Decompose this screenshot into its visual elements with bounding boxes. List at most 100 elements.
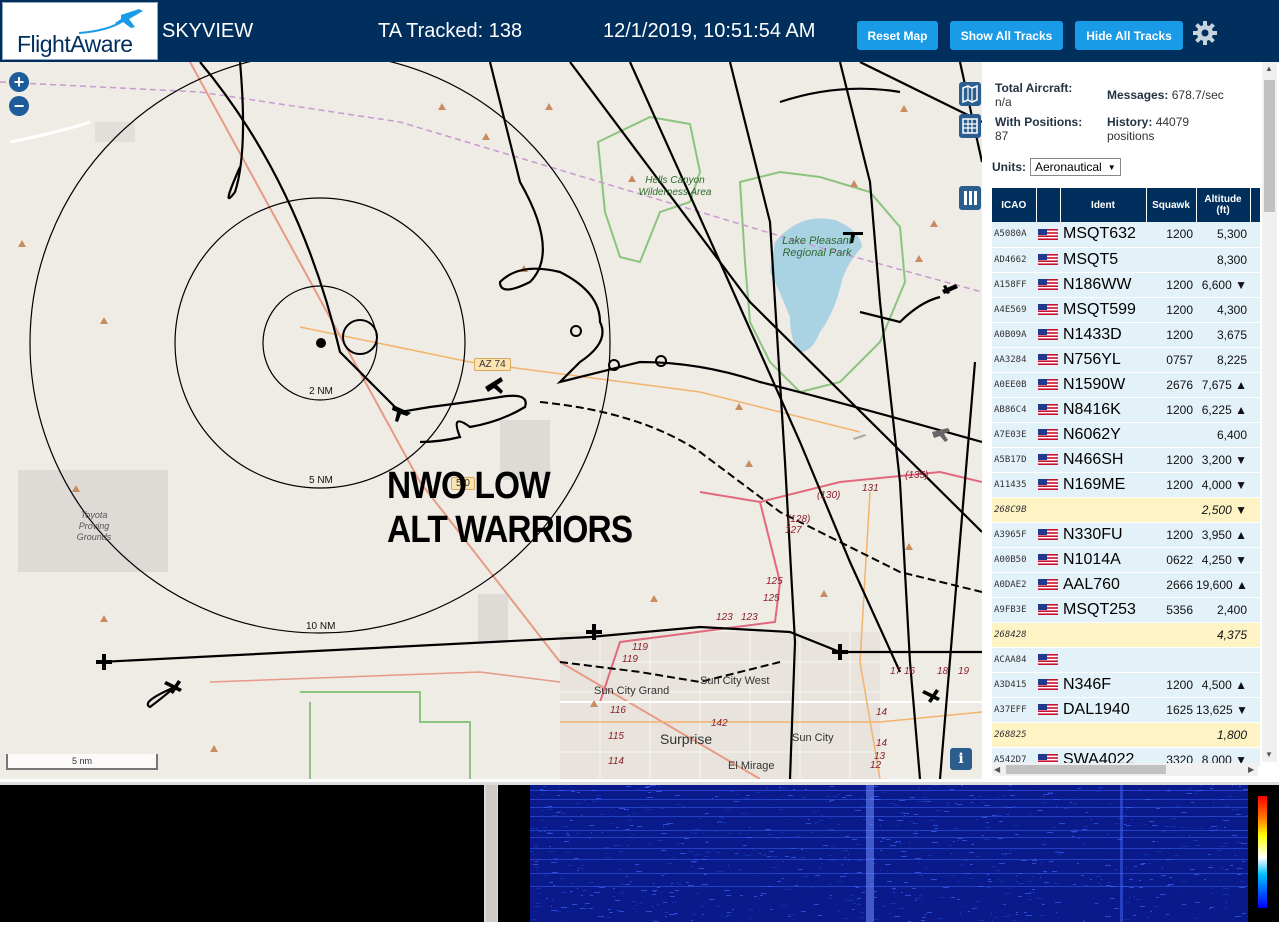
reset-map-button[interactable]: Reset Map bbox=[857, 21, 938, 50]
aircraft-row[interactable]: A0DAE2 AAL760 2666 19,600 ▲ bbox=[992, 572, 1260, 598]
ident-cell: N6062Y bbox=[1060, 422, 1146, 448]
icao-cell: A5080A bbox=[992, 222, 1036, 248]
scroll-right-icon[interactable]: ▶ bbox=[1248, 765, 1254, 774]
flag-cell bbox=[1036, 322, 1060, 348]
column-header-altitude[interactable]: Altitude (ft) bbox=[1196, 188, 1251, 222]
aircraft-row[interactable]: A4E569 MSQT599 1200 4,300 bbox=[992, 297, 1260, 323]
flag-cell bbox=[1036, 547, 1060, 573]
column-header-squawk[interactable]: Squawk bbox=[1146, 188, 1197, 222]
range-grid-button[interactable] bbox=[959, 114, 981, 138]
site-name: SKYVIEW bbox=[162, 20, 254, 42]
squawk-cell: 2676 bbox=[1146, 372, 1196, 398]
aircraft-row[interactable]: A5B17D N466SH 1200 3,200 ▼ bbox=[992, 447, 1260, 473]
messages-label: Messages: bbox=[1107, 88, 1169, 102]
waterfall-margin bbox=[498, 785, 530, 922]
aircraft-row[interactable]: A00B50 N1014A 0622 4,250 ▼ bbox=[992, 547, 1260, 573]
ident-cell: DAL1940 bbox=[1060, 697, 1146, 723]
ident-cell bbox=[1060, 722, 1146, 748]
aircraft-row[interactable]: A11435 N169ME 1200 4,000 ▼ bbox=[992, 472, 1260, 498]
altitude-cell: 6,225 ▲ bbox=[1196, 397, 1250, 423]
map-info-button[interactable]: i bbox=[950, 748, 972, 770]
road-number: 17 bbox=[890, 666, 902, 677]
flightaware-logo[interactable]: FlightAware bbox=[2, 2, 158, 60]
more-cell bbox=[1250, 697, 1260, 723]
overlay-caption-line1: NWO LOW bbox=[387, 465, 551, 507]
map-canvas bbox=[0, 62, 982, 779]
vertical-scroll-thumb[interactable] bbox=[1264, 80, 1275, 212]
units-select[interactable]: Aeronautical ▼ bbox=[1030, 158, 1121, 176]
aircraft-row[interactable]: AA3284 N756YL 0757 8,225 bbox=[992, 347, 1260, 373]
ident-cell: N330FU bbox=[1060, 522, 1146, 548]
hide-all-tracks-button[interactable]: Hide All Tracks bbox=[1075, 21, 1183, 50]
icao-cell: A0B09A bbox=[992, 322, 1036, 348]
pane-divider[interactable] bbox=[486, 785, 497, 922]
road-number: 119 bbox=[622, 654, 638, 665]
aircraft-row[interactable]: A3D415 N346F 1200 4,500 ▲ bbox=[992, 672, 1260, 698]
aircraft-row[interactable]: A9FB3E MSQT253 5356 2,400 bbox=[992, 597, 1260, 623]
icao-cell: A3965F bbox=[992, 522, 1036, 548]
spectrum-panel bbox=[0, 782, 1279, 922]
squawk-cell: 1200 bbox=[1146, 397, 1196, 423]
aircraft-row[interactable]: A37EFF DAL1940 1625 13,625 ▼ bbox=[992, 697, 1260, 723]
units-label: Units: bbox=[992, 160, 1026, 174]
scroll-up-icon[interactable]: ▲ bbox=[1265, 64, 1273, 73]
ident-cell: N169ME bbox=[1060, 472, 1146, 498]
aircraft-row[interactable]: A7E03E N6062Y 6,400 bbox=[992, 422, 1260, 448]
map-layers-button[interactable] bbox=[959, 82, 981, 106]
column-header-ident[interactable]: Ident bbox=[1060, 188, 1147, 222]
ring-label-2nm: 2 NM bbox=[309, 386, 333, 397]
altitude-cell: 4,000 ▼ bbox=[1196, 472, 1250, 498]
ring-label-10nm: 10 NM bbox=[306, 621, 336, 632]
more-cell bbox=[1250, 447, 1260, 473]
aircraft-row[interactable]: A5080A MSQT632 1200 5,300 bbox=[992, 222, 1260, 248]
history-value: 44079 bbox=[1155, 115, 1190, 129]
more-cell bbox=[1250, 597, 1260, 623]
horizontal-scroll-thumb[interactable] bbox=[1006, 765, 1166, 774]
highway-shield: AZ 74 bbox=[474, 358, 511, 371]
scroll-down-icon[interactable]: ▼ bbox=[1265, 750, 1273, 759]
altitude-cell: 19,600 ▲ bbox=[1196, 572, 1250, 598]
spectrum-left-pane bbox=[0, 785, 484, 922]
sidebar-vertical-scrollbar[interactable]: ▲ ▼ bbox=[1262, 62, 1277, 762]
road-number: 115 bbox=[608, 731, 624, 742]
icao-cell: AD4662 bbox=[992, 247, 1036, 273]
zoom-in-button[interactable]: + bbox=[9, 72, 29, 92]
column-header-more[interactable] bbox=[1250, 188, 1260, 222]
aircraft-row[interactable]: A158FF N186WW 1200 6,600 ▼ bbox=[992, 272, 1260, 298]
zoom-out-button[interactable]: − bbox=[9, 96, 29, 116]
map-view[interactable]: + − i 2 NM 5 NM 10 NM AZ 74 5 0 Hells Ca… bbox=[0, 62, 982, 779]
road-number: (130) bbox=[817, 490, 841, 501]
place-label-sun-city-grand: Sun City Grand bbox=[594, 685, 670, 697]
toggle-sidebar-button[interactable] bbox=[959, 186, 981, 210]
road-number: 123 bbox=[716, 612, 733, 623]
with-positions-stat: With Positions: 87 bbox=[995, 115, 1082, 143]
aircraft-row[interactable]: 268C9B 2,500 ▼ bbox=[992, 497, 1260, 523]
aircraft-row[interactable]: A0EE0B N1590W 2676 7,675 ▲ bbox=[992, 372, 1260, 398]
altitude-cell: 1,800 bbox=[1196, 722, 1250, 748]
squawk-cell: 1200 bbox=[1146, 447, 1196, 473]
icao-cell: ACAA84 bbox=[992, 647, 1036, 673]
aircraft-row[interactable]: 268428 4,375 bbox=[992, 622, 1260, 648]
us-flag-icon bbox=[1038, 453, 1058, 465]
aircraft-row[interactable]: ACAA84 bbox=[992, 647, 1260, 673]
aircraft-row[interactable]: AD4662 MSQT5 8,300 bbox=[992, 247, 1260, 273]
road-number: 116 bbox=[610, 705, 626, 716]
show-all-tracks-button[interactable]: Show All Tracks bbox=[950, 21, 1063, 50]
aircraft-row[interactable]: AB86C4 N8416K 1200 6,225 ▲ bbox=[992, 397, 1260, 423]
flag-cell bbox=[1036, 622, 1060, 648]
gear-icon[interactable] bbox=[1192, 20, 1218, 46]
column-header-flag[interactable] bbox=[1036, 188, 1061, 222]
aircraft-row[interactable]: A3965F N330FU 1200 3,950 ▲ bbox=[992, 522, 1260, 548]
altitude-cell: 6,600 ▼ bbox=[1196, 272, 1250, 298]
column-header-icao[interactable]: ICAO bbox=[992, 188, 1037, 222]
total-aircraft-label: Total Aircraft: bbox=[995, 81, 1073, 95]
aircraft-row[interactable]: A0B09A N1433D 1200 3,675 bbox=[992, 322, 1260, 348]
clock: 12/1/2019, 10:51:54 AM bbox=[603, 20, 816, 42]
aircraft-row[interactable]: 268825 1,800 bbox=[992, 722, 1260, 748]
table-horizontal-scrollbar[interactable]: ◀ ▶ bbox=[992, 763, 1258, 776]
scroll-left-icon[interactable]: ◀ bbox=[994, 765, 1000, 774]
icao-cell: A5B17D bbox=[992, 447, 1036, 473]
us-flag-icon bbox=[1038, 378, 1058, 390]
more-cell bbox=[1250, 222, 1260, 248]
flag-cell bbox=[1036, 222, 1060, 248]
